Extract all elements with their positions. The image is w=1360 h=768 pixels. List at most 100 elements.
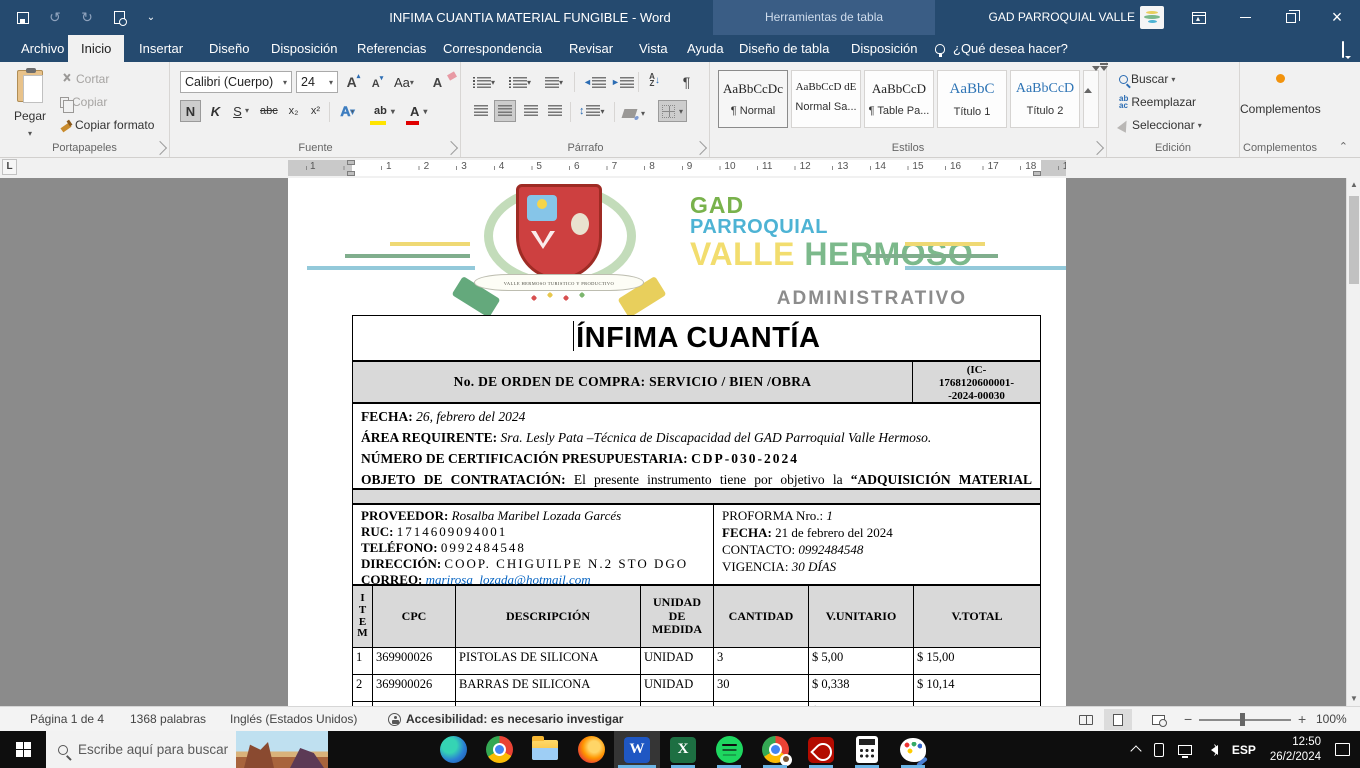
clock[interactable]: 12:50 26/2/2024: [1270, 735, 1321, 765]
customize-qat-button[interactable]: ⌄: [142, 9, 160, 27]
tab-archivo[interactable]: Archivo: [8, 35, 77, 62]
numbering-button[interactable]: ▾: [506, 71, 534, 93]
format-painter-button[interactable]: Copiar formato: [60, 118, 154, 132]
multilevel-list-button[interactable]: ▾: [542, 71, 566, 93]
redo-button[interactable]: ↻: [78, 9, 96, 27]
scrollbar-thumb[interactable]: [1349, 196, 1359, 284]
paste-dropdown-arrow[interactable]: ▾: [28, 129, 32, 138]
superscript-button[interactable]: x²: [305, 100, 326, 122]
taskbar-excel-icon[interactable]: X: [660, 731, 706, 768]
zoom-out-button[interactable]: −: [1184, 707, 1192, 732]
italic-button[interactable]: K: [205, 100, 226, 122]
zoom-in-button[interactable]: +: [1298, 707, 1306, 732]
web-layout-button[interactable]: [1144, 709, 1172, 730]
tab-selector[interactable]: L: [2, 159, 17, 175]
bold-button[interactable]: N: [180, 100, 201, 122]
info-block[interactable]: FECHA: 26, febrero del 2024 ÁREA REQUIRE…: [352, 403, 1041, 489]
volume-icon[interactable]: [1206, 745, 1218, 755]
tell-me-search[interactable]: ¿Qué desea hacer?: [935, 35, 1068, 62]
document-page[interactable]: VALLE HERMOSO TURISTICO Y PRODUCTIVO GAD…: [288, 178, 1066, 706]
read-mode-button[interactable]: [1072, 709, 1100, 730]
restore-button[interactable]: [1268, 0, 1314, 35]
tab-disposicion-tabla[interactable]: Disposición: [838, 35, 930, 62]
collapse-ribbon-button[interactable]: ⌃: [1339, 140, 1348, 153]
taskbar-acrobat-icon[interactable]: [798, 731, 844, 768]
h-ruler[interactable]: 1 12345678910111213141516171819: [288, 160, 1066, 176]
tab-correspondencia[interactable]: Correspondencia: [430, 35, 555, 62]
tray-expand-chevron[interactable]: [1132, 744, 1140, 755]
increase-indent-button[interactable]: ►: [608, 71, 637, 93]
taskbar-search-box[interactable]: Escribe aquí para buscar: [46, 731, 328, 768]
justify-button[interactable]: [544, 100, 565, 122]
shrink-font-button[interactable]: A: [367, 73, 388, 95]
taskbar-edge-icon[interactable]: [430, 731, 476, 768]
text-highlight-button[interactable]: ab▾: [371, 100, 398, 122]
find-button[interactable]: Buscar▾: [1119, 72, 1175, 86]
taskbar-firefox-icon[interactable]: [568, 731, 614, 768]
document-scrollbar[interactable]: ▲ ▼: [1346, 178, 1360, 706]
proveedor-block[interactable]: PROVEEDOR: Rosalba Maribel Lozada Garcés…: [352, 504, 1041, 585]
copy-button[interactable]: Copiar: [60, 95, 107, 109]
shading-button[interactable]: ▾: [620, 102, 648, 124]
taskbar-word-icon[interactable]: W: [614, 731, 660, 768]
tab-referencias[interactable]: Referencias: [344, 35, 439, 62]
grow-font-button[interactable]: A: [343, 71, 364, 93]
tab-inicio[interactable]: Inicio: [68, 35, 124, 62]
zoom-level[interactable]: 100%: [1316, 707, 1347, 732]
styles-scroll-up[interactable]: [1084, 71, 1092, 93]
phone-icon[interactable]: [1154, 743, 1164, 757]
strikethrough-button[interactable]: abc: [257, 100, 281, 122]
font-color-button[interactable]: A▾: [407, 100, 430, 122]
addins-button[interactable]: Complementos: [1240, 70, 1320, 116]
align-center-button[interactable]: [494, 100, 516, 122]
order-row[interactable]: No. DE ORDEN DE COMPRA: SERVICIO / BIEN …: [352, 361, 1041, 403]
word-count[interactable]: 1368 palabras: [130, 707, 206, 732]
font-size-combobox[interactable]: 24▾: [296, 71, 338, 93]
sort-button[interactable]: AZ↓: [644, 69, 665, 91]
print-preview-button[interactable]: [110, 9, 128, 27]
items-table[interactable]: ITEM CPC DESCRIPCIÓN UNIDAD DE MEDIDA CA…: [352, 585, 1041, 706]
first-line-indent-marker[interactable]: [347, 160, 355, 165]
keyboard-language[interactable]: ESP: [1232, 743, 1256, 757]
scroll-down-arrow[interactable]: ▼: [1347, 692, 1360, 706]
style-normal[interactable]: AaBbCcDc ¶ Normal: [718, 70, 788, 128]
tab-revisar[interactable]: Revisar: [556, 35, 626, 62]
borders-button[interactable]: ▾: [658, 100, 687, 122]
account-name[interactable]: GAD PARROQUIAL VALLE HERMOSO: [930, 0, 1135, 35]
decrease-indent-button[interactable]: ◄: [580, 71, 609, 93]
undo-button[interactable]: ↺: [46, 9, 64, 27]
bullets-button[interactable]: ▾: [470, 71, 498, 93]
align-left-button[interactable]: [470, 100, 491, 122]
tab-insertar[interactable]: Insertar: [126, 35, 196, 62]
line-spacing-button[interactable]: ↕▾: [576, 100, 608, 122]
taskbar-calculator-icon[interactable]: [844, 731, 890, 768]
text-effects-button[interactable]: A▾: [337, 100, 358, 122]
change-case-button[interactable]: Aa▾: [391, 71, 417, 93]
page-count[interactable]: Página 1 de 4: [30, 707, 104, 732]
zoom-slider-track[interactable]: [1199, 719, 1291, 721]
language-status[interactable]: Inglés (Estados Unidos): [230, 707, 357, 732]
clear-formatting-button[interactable]: A: [427, 71, 448, 93]
taskbar-spotify-icon[interactable]: [706, 731, 752, 768]
print-layout-button[interactable]: [1104, 709, 1132, 730]
select-button[interactable]: Seleccionar▾: [1119, 118, 1202, 132]
network-icon[interactable]: [1178, 745, 1192, 755]
taskbar-paint-icon[interactable]: [890, 731, 936, 768]
taskbar-chrome-icon[interactable]: [476, 731, 522, 768]
cut-button[interactable]: Cortar: [60, 72, 109, 86]
account-avatar[interactable]: [1140, 6, 1164, 29]
comments-button[interactable]: [1342, 42, 1344, 57]
style-normal-sa[interactable]: AaBbCcD dE Normal Sa...: [791, 70, 861, 128]
tab-vista[interactable]: Vista: [626, 35, 681, 62]
paste-button[interactable]: Pegar ▾: [8, 70, 52, 141]
notification-center-icon[interactable]: [1335, 743, 1350, 756]
start-button[interactable]: [0, 731, 46, 768]
font-family-combobox[interactable]: Calibri (Cuerpo)▾: [180, 71, 292, 93]
styles-scroll-down[interactable]: [1092, 66, 1100, 88]
tab-disposicion[interactable]: Disposición: [258, 35, 350, 62]
style-table-pa[interactable]: AaBbCcD ¶ Table Pa...: [864, 70, 934, 128]
hanging-indent-marker[interactable]: [347, 171, 355, 176]
zoom-slider-thumb[interactable]: [1240, 713, 1245, 726]
search-highlight-image[interactable]: [236, 731, 328, 768]
accessibility-status[interactable]: Accesibilidad: es necesario investigar: [388, 707, 623, 732]
